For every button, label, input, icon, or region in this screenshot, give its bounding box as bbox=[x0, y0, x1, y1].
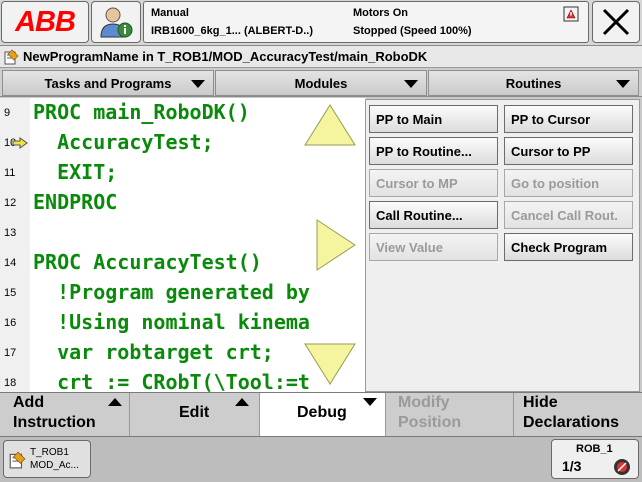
chevron-down-icon bbox=[616, 80, 630, 88]
code-editor[interactable]: 9 PROC main_RoboDK() 10 AccuracyTest; 11… bbox=[0, 98, 366, 392]
add-instruction-label-2: Instruction bbox=[13, 414, 96, 431]
line-number: 11 bbox=[4, 167, 16, 179]
line-number: 14 bbox=[4, 257, 17, 269]
program-path-bar: NewProgramName in T_ROB1/MOD_AccuracyTes… bbox=[0, 46, 642, 68]
quickset-fraction: 1/3 bbox=[562, 458, 582, 474]
pp-to-cursor-button[interactable]: PP to Cursor bbox=[504, 105, 633, 133]
code-line[interactable]: 12 ENDPROC bbox=[0, 188, 366, 218]
abb-logo: ABB bbox=[15, 5, 76, 38]
tab-routines-label: Routines bbox=[505, 75, 562, 91]
abb-menu-button[interactable]: ABB bbox=[1, 1, 89, 43]
quickset-button[interactable]: ROB_1 1/3 bbox=[551, 439, 639, 479]
pp-to-routine-button[interactable]: PP to Routine... bbox=[369, 137, 498, 165]
status-bar[interactable]: Manual IRB1600_6kg_1... (ALBERT-D..) Mot… bbox=[143, 1, 589, 43]
code-text: EXIT; bbox=[33, 160, 118, 184]
scroll-up-icon[interactable] bbox=[303, 103, 357, 147]
code-line[interactable]: 15 !Program generated by bbox=[0, 278, 366, 308]
task-line-2: MOD_Ac... bbox=[30, 460, 79, 471]
close-button[interactable] bbox=[592, 1, 640, 43]
event-log-icon bbox=[563, 6, 579, 22]
close-icon bbox=[602, 8, 630, 36]
code-line[interactable]: 13 bbox=[0, 218, 366, 248]
taskbar: T_ROB1 MOD_Ac... ROB_1 1/3 bbox=[0, 436, 642, 482]
scroll-down-icon[interactable] bbox=[303, 342, 357, 386]
chevron-down-icon bbox=[191, 80, 205, 88]
modify-position-label-1: Modify bbox=[398, 394, 450, 411]
code-line[interactable]: 16 !Using nominal kinema bbox=[0, 308, 366, 338]
edit-label: Edit bbox=[179, 404, 210, 421]
program-path: NewProgramName in T_ROB1/MOD_AccuracyTes… bbox=[23, 49, 428, 64]
status-mode: Manual bbox=[151, 7, 189, 19]
debug-button[interactable]: Debug bbox=[260, 393, 386, 436]
modify-position-button[interactable]: Modify Position bbox=[386, 393, 514, 436]
program-pointer-icon bbox=[12, 137, 28, 149]
status-controller: IRB1600_6kg_1... (ALBERT-D..) bbox=[151, 25, 313, 37]
scroll-right-icon[interactable] bbox=[315, 218, 357, 272]
add-instruction-label-1: Add bbox=[13, 394, 45, 411]
tab-tasks-and-programs[interactable]: Tasks and Programs bbox=[2, 70, 214, 96]
line-number: 18 bbox=[4, 377, 17, 389]
command-bar: Add Instruction Edit Debug Modify Positi… bbox=[0, 392, 642, 436]
hide-declarations-button[interactable]: Hide Declarations bbox=[514, 393, 642, 436]
program-editor-icon bbox=[4, 49, 19, 64]
chevron-up-icon bbox=[108, 398, 122, 406]
modify-position-label-2: Position bbox=[398, 414, 462, 431]
cancel-call-routine-button[interactable]: Cancel Call Rout. bbox=[504, 201, 633, 229]
line-number: 13 bbox=[4, 227, 17, 239]
code-text: crt := CRobT(\Tool:=t bbox=[33, 370, 310, 392]
status-state: Stopped (Speed 100%) bbox=[353, 25, 472, 37]
code-text: !Using nominal kinema bbox=[33, 310, 310, 334]
hide-declarations-label-1: Hide bbox=[523, 394, 558, 411]
status-motors: Motors On bbox=[353, 7, 408, 19]
edit-button[interactable]: Edit bbox=[130, 393, 260, 436]
go-to-position-button[interactable]: Go to position bbox=[504, 169, 633, 197]
code-text: PROC AccuracyTest() bbox=[33, 250, 262, 274]
line-number: 12 bbox=[4, 197, 17, 209]
code-text: PROC main_RoboDK() bbox=[33, 100, 250, 124]
line-number: 9 bbox=[4, 107, 11, 119]
debug-label: Debug bbox=[297, 404, 347, 421]
line-number: 15 bbox=[4, 287, 17, 299]
mechanical-unit-label: ROB_1 bbox=[576, 443, 613, 455]
operator-window-button[interactable] bbox=[91, 1, 141, 43]
code-line[interactable]: 11 EXIT; bbox=[0, 158, 366, 188]
program-editor-icon bbox=[9, 451, 26, 469]
pp-to-main-button[interactable]: PP to Main bbox=[369, 105, 498, 133]
tab-routines[interactable]: Routines bbox=[428, 70, 639, 96]
top-bar: ABB Manual IRB1600_6kg_1... (ALBERT-D..)… bbox=[0, 0, 642, 46]
code-text: AccuracyTest; bbox=[33, 130, 214, 154]
cursor-to-mp-button[interactable]: Cursor to MP bbox=[369, 169, 498, 197]
code-line[interactable]: 14 PROC AccuracyTest() bbox=[0, 248, 366, 278]
cursor-to-pp-button[interactable]: Cursor to PP bbox=[504, 137, 633, 165]
tab-modules-label: Modules bbox=[294, 75, 348, 91]
call-routine-button[interactable]: Call Routine... bbox=[369, 201, 498, 229]
code-text: var robtarget crt; bbox=[33, 340, 274, 364]
taskbar-program-editor[interactable]: T_ROB1 MOD_Ac... bbox=[3, 440, 91, 478]
user-info-icon bbox=[100, 7, 133, 38]
tab-tasks-and-programs-label: Tasks and Programs bbox=[44, 75, 172, 91]
robot-speed-icon bbox=[614, 459, 630, 475]
debug-menu: PP to Main PP to Cursor PP to Routine...… bbox=[365, 99, 640, 392]
code-text: ENDPROC bbox=[33, 190, 118, 214]
chevron-down-icon bbox=[404, 80, 418, 88]
code-text: !Program generated by bbox=[33, 280, 310, 304]
add-instruction-button[interactable]: Add Instruction bbox=[0, 393, 130, 436]
line-number: 16 bbox=[4, 317, 17, 329]
editor-menu-bar: Tasks and Programs Modules Routines bbox=[0, 69, 642, 97]
check-program-button[interactable]: Check Program bbox=[504, 233, 633, 261]
view-value-button[interactable]: View Value bbox=[369, 233, 498, 261]
task-line-1: T_ROB1 bbox=[30, 447, 69, 458]
tab-modules[interactable]: Modules bbox=[215, 70, 427, 96]
hide-declarations-label-2: Declarations bbox=[523, 414, 620, 431]
chevron-up-icon bbox=[235, 398, 249, 406]
chevron-down-icon bbox=[363, 398, 377, 406]
line-number: 17 bbox=[4, 347, 17, 359]
